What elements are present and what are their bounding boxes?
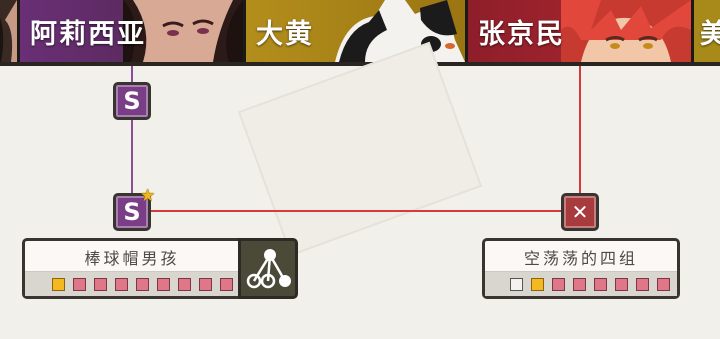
slot-indicator-pink <box>115 278 128 291</box>
tab-character-alicia[interactable]: 阿莉西亚 <box>20 0 246 62</box>
slot-bar <box>485 271 677 296</box>
slot-indicator-gold <box>52 278 65 291</box>
red-connector-line-vertical <box>579 66 581 194</box>
close-icon: ✕ <box>571 200 589 224</box>
card-title: 棒球帽男孩 <box>84 249 180 268</box>
slot-indicator-pink <box>594 278 607 291</box>
tab-character-dahuang[interactable]: 大黄 <box>246 0 468 62</box>
node-label: S <box>123 198 141 226</box>
red-connector-line-horizontal <box>151 210 561 212</box>
card-title: 空荡荡的四组 <box>523 249 638 268</box>
slot-indicator-pink <box>615 278 628 291</box>
tab-name: 大黄 <box>256 19 314 50</box>
slot-bar <box>25 271 239 296</box>
slot-indicator-pink <box>657 278 670 291</box>
tree-structure-icon <box>246 249 291 289</box>
background-decoration <box>237 41 483 257</box>
tab-name: 阿莉西亚 <box>30 19 146 50</box>
tab-character-zhangjingmin[interactable]: 张京民 <box>468 0 694 62</box>
member-card-baseball-cap-boy[interactable]: 棒球帽男孩 <box>22 238 242 299</box>
character-portrait <box>0 0 17 62</box>
slot-indicator-pink <box>73 278 86 291</box>
slot-indicator-gold <box>531 278 544 291</box>
slot-indicator-empty <box>510 278 523 291</box>
slot-indicator-pink <box>178 278 191 291</box>
character-tab-bar: 阿莉西亚 大黄 张京民 美 <box>0 0 720 66</box>
tab-character-partial-right[interactable]: 美 <box>694 0 720 62</box>
member-card-empty-group-four[interactable]: 空荡荡的四组 <box>482 238 680 299</box>
node-label: S <box>123 87 141 115</box>
star-icon: ★ <box>140 186 156 206</box>
tree-structure-button[interactable] <box>238 238 298 299</box>
s-rank-node-top[interactable]: S <box>113 82 151 120</box>
slot-indicator-pink <box>636 278 649 291</box>
slot-indicator-pink <box>94 278 107 291</box>
slot-indicator-pink <box>552 278 565 291</box>
locked-node[interactable]: ✕ <box>561 193 599 231</box>
zhangjingmin-portrait <box>561 0 691 62</box>
slot-indicator-pink <box>136 278 149 291</box>
slot-indicator-pink <box>573 278 586 291</box>
slot-indicator-pink <box>199 278 212 291</box>
tab-character-partial-left[interactable] <box>0 0 20 62</box>
tab-name: 美 <box>700 19 720 50</box>
slot-indicator-pink <box>220 278 233 291</box>
tab-name: 张京民 <box>478 19 565 50</box>
slot-indicator-pink <box>157 278 170 291</box>
